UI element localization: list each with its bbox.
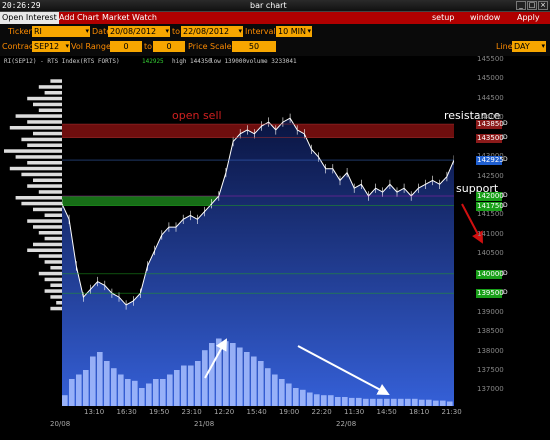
level-marker: D (503, 201, 508, 209)
price-tick: 141500 (477, 210, 504, 219)
price-tick: 142500 (477, 171, 504, 180)
date-tick: 21/08 (194, 420, 215, 428)
time-tick: 13:10 (84, 408, 105, 416)
level-tag: 141750 (476, 201, 504, 211)
level-marker: D (503, 133, 508, 141)
price-tick: 138000 (477, 346, 504, 355)
price-tick: 145500 (477, 54, 504, 63)
date-tick: 20/08 (50, 420, 71, 428)
level-tag: 142000 (476, 192, 504, 201)
level-tag: 140000 (476, 269, 504, 279)
time-tick: 11:30 (344, 408, 365, 416)
time-tick: 18:10 (409, 408, 430, 416)
date-tick: 22/08 (336, 420, 357, 428)
level-tag: 143850 (476, 120, 504, 130)
level-marker: D (503, 120, 508, 128)
time-tick: 16:30 (116, 408, 137, 416)
arrow-down (297, 345, 390, 395)
time-axis: 13:10 16:30 19:50 23:10 12:20 15:40 19:00 22:20… (50, 406, 462, 440)
level-tag: 139500 (476, 289, 504, 299)
time-tick: 23:10 (181, 408, 202, 416)
time-tick: 15:40 (246, 408, 267, 416)
price-tick: 141000 (477, 229, 504, 238)
price-tick: 138500 (477, 327, 504, 336)
level-marker: D (503, 192, 508, 199)
time-tick: 21:30 (441, 408, 462, 416)
level-marker: D (503, 156, 508, 164)
price-tick: 137500 (477, 366, 504, 374)
time-tick: 22:20 (311, 408, 332, 416)
level-marker: D (503, 269, 508, 277)
price-tick: 145000 (477, 74, 504, 83)
price-tick: 144500 (477, 93, 504, 102)
time-tick: 12:20 (214, 408, 235, 416)
level-tag: 143500 (476, 133, 504, 143)
price-tick: 137000 (477, 385, 504, 394)
time-tick: 14:50 (376, 408, 397, 416)
level-tag: 142925 (476, 156, 504, 166)
price-tick: 139000 (477, 307, 504, 316)
price-axis: 1455001450001445001440001435001430001425… (454, 54, 550, 406)
time-tick: 19:50 (149, 408, 170, 416)
price-tick: 140500 (477, 249, 504, 258)
level-marker: D (503, 289, 508, 297)
time-tick: 19:00 (279, 408, 300, 416)
arrow-up (204, 338, 227, 379)
